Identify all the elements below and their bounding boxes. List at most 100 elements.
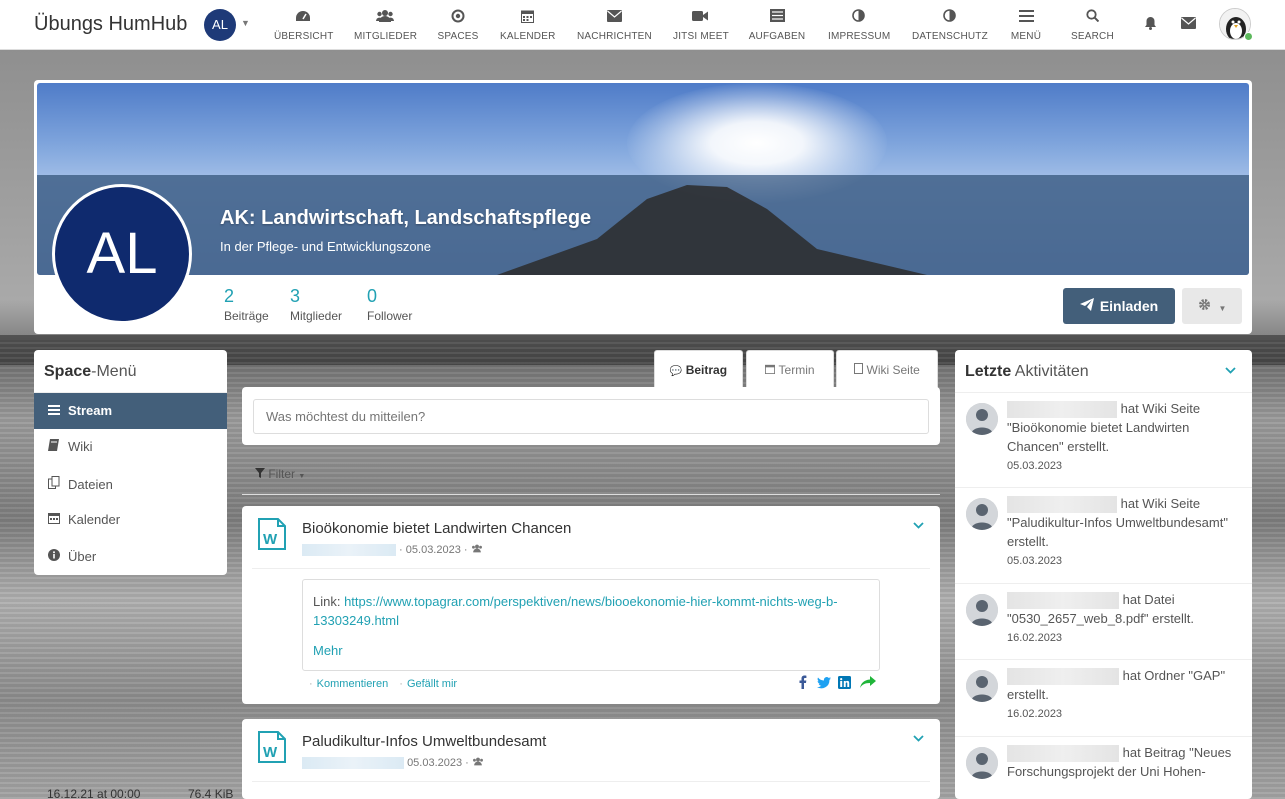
menu-item-stream[interactable]: Stream [34,393,227,430]
info-icon [48,548,68,564]
users-icon [471,544,483,556]
nav-nachrichten[interactable]: NACHRICHTEN [577,0,652,50]
video-camera-icon [673,9,727,25]
tab-beitrag[interactable]: 💬 Beitrag [654,350,743,390]
caret-down-icon: ▼ [298,473,306,480]
filter-dropdown[interactable]: Filter ▼ [255,467,305,481]
nav-mitglieder[interactable]: MITGLIEDER [354,0,418,50]
invite-button[interactable]: Einladen [1063,288,1175,324]
post-date[interactable]: 05.03.2023 [406,544,461,556]
share-icon[interactable] [859,676,878,692]
user-avatar [966,498,998,530]
menu-title-bold: Space [44,363,92,380]
nav-label: DATENSCHUTZ [912,31,988,42]
post-actions: · Kommentieren · Gefällt mir [309,678,458,690]
activity-item[interactable]: hat Datei "0530_2657_web_8.pdf" erstellt… [955,584,1252,660]
post-input[interactable] [253,399,929,434]
activity-item[interactable]: hat Wiki Seite "Bioökonomie bietet Landw… [955,393,1252,488]
user-avatar [966,594,998,626]
users-icon [354,9,416,25]
activity-user-name [1007,592,1119,610]
author-name[interactable] [302,757,404,770]
activity-item[interactable]: hat Wiki Seite "Paludikultur-Infos Umwel… [955,488,1252,584]
user-avatar [966,670,998,702]
activity-user-name [1007,668,1119,686]
wiki-page-icon: W [258,731,286,763]
dot-circle-icon [437,9,479,25]
nav-label: SPACES [437,31,479,42]
stat-mitglieder[interactable]: 3 Mitglieder [290,286,342,323]
nav-jitsi-meet[interactable]: JITSI MEET [673,0,729,50]
twitter-icon[interactable] [816,677,835,692]
linkedin-icon[interactable] [838,676,856,692]
post-title[interactable]: Paludikultur-Infos Umweltbundesamt [302,733,546,750]
nav-menu[interactable]: MENÜ [1006,0,1046,50]
stat-label: Follower [367,309,413,323]
activity-date: 05.03.2023 [1007,460,1063,473]
nav-spaces[interactable]: SPACES [437,0,479,50]
author-name[interactable] [302,544,396,557]
nav-label: MITGLIEDER [354,31,418,42]
nav-kalender[interactable]: KALENDER [500,0,555,50]
chevron-down-icon[interactable] [913,733,924,745]
filter-icon [255,467,268,481]
activity-text: hat Wiki Seite "Paludikultur-Infos Umwel… [1007,494,1242,571]
stat-beitraege[interactable]: 2 Beiträge [224,286,269,323]
post-link[interactable]: https://www.topagrar.com/perspektiven/ne… [313,594,838,628]
nav-impressum[interactable]: IMPRESSUM [828,0,890,50]
post-title[interactable]: Bioökonomie bietet Landwirten Chancen [302,520,571,537]
recent-activities-panel: Letzte Aktivitäten hat Wiki Seite "Bioök… [955,350,1252,799]
envelope-icon[interactable] [1181,16,1196,32]
stat-follower[interactable]: 0 Follower [367,286,412,323]
nav-search[interactable]: SEARCH [1071,0,1114,50]
invite-label: Einladen [1099,298,1159,314]
post-divider [252,781,930,782]
bell-icon[interactable] [1144,16,1157,33]
users-icon [472,757,484,769]
stat-value: 3 [290,286,301,306]
activities-title: Letzte Aktivitäten [955,350,1252,393]
nav-label: AUFGABEN [748,31,806,42]
facebook-icon[interactable] [799,675,813,692]
more-link[interactable]: Mehr [313,641,869,660]
menu-item-label: Stream [68,403,113,418]
post-content: Link: https://www.topagrar.com/perspekti… [302,579,880,671]
tasks-icon [748,9,806,25]
paper-plane-icon [1079,288,1094,324]
space-settings-button[interactable]: ▼ [1182,288,1242,324]
brand-title[interactable]: Übungs HumHub [34,13,187,36]
space-chooser-avatar[interactable]: AL [204,9,236,41]
post-date[interactable]: 05.03.2023 [407,757,462,769]
menu-item-dateien[interactable]: Dateien [34,466,227,502]
nav-label: MENÜ [1010,31,1042,42]
comment-link[interactable]: Kommentieren [317,678,389,690]
tab-label: Termin [778,363,815,377]
stat-label: Beiträge [224,309,269,323]
share-buttons [799,675,878,692]
like-link[interactable]: Gefällt mir [407,678,457,690]
menu-item-ueber[interactable]: Über [34,539,227,575]
menu-item-kalender[interactable]: Kalender [34,502,227,538]
menu-item-wiki[interactable]: Wiki [34,429,227,465]
tab-wiki-seite[interactable]: Wiki Seite [836,350,938,388]
chevron-down-icon[interactable] [913,520,924,532]
bars-icon [48,404,68,418]
nav-datenschutz[interactable]: DATENSCHUTZ [912,0,988,50]
strip-date: 16.12.21 at 00:00 [47,787,141,799]
activity-user-name [1007,745,1119,763]
activity-item[interactable]: hat Beitrag "Neues Forschungsprojekt der… [955,737,1252,799]
stream-post: W Bioökonomie bietet Landwirten Chancen … [242,506,940,704]
activity-item[interactable]: hat Ordner "GAP" erstellt. 16.02.2023 [955,660,1252,737]
comment-icon: 💬 [669,366,683,377]
tab-termin[interactable]: Termin [746,350,834,388]
nav-aufgaben[interactable]: AUFGABEN [748,0,806,50]
nav-label: JITSI MEET [673,31,729,42]
nav-uebersicht[interactable]: ÜBERSICHT [274,0,333,50]
file-icon [854,363,866,377]
activity-date: 16.02.2023 [1007,708,1063,721]
book-icon [48,439,68,454]
caret-down-icon[interactable]: ▼ [241,18,250,28]
top-navigation-bar: Übungs HumHub AL ▼ ÜBERSICHT MITGLIEDER … [0,0,1285,50]
space-banner-image: AK: Landwirtschaft, Landschaftspflege In… [37,83,1249,275]
chevron-down-icon[interactable] [1225,365,1236,377]
